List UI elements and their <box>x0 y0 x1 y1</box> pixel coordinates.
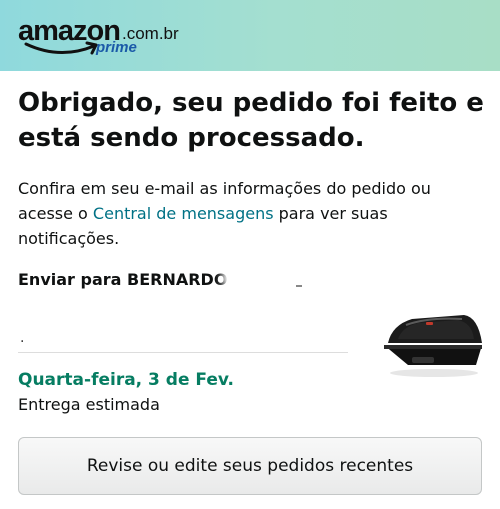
confirmation-title: Obrigado, seu pedido foi feito e está se… <box>18 88 484 153</box>
divider <box>18 352 348 353</box>
smile-arrow-icon <box>24 41 98 55</box>
review-orders-button[interactable]: Revise ou edite seus pedidos recentes <box>18 437 482 495</box>
message-center-link[interactable]: Central de mensagens <box>93 204 274 223</box>
redacted-name-blur <box>228 268 320 286</box>
amazon-prime-logo[interactable]: amazon .com.br prime <box>18 14 179 58</box>
logo-prime: prime <box>96 39 137 56</box>
delivery-estimate-label: Entrega estimada <box>18 395 160 414</box>
ship-to-label: Enviar para BERNARDO <box>18 270 228 289</box>
redacted-address-blur <box>22 318 152 338</box>
delivery-date: Quarta-feira, 3 de Fev. <box>18 370 235 390</box>
confirmation-message: Confira em seu e-mail as informações do … <box>18 176 488 251</box>
redaction-mark <box>296 285 302 287</box>
header-bar: amazon .com.br prime <box>0 0 500 71</box>
sandwich-maker-image[interactable] <box>378 305 488 379</box>
address-partial: . <box>20 330 25 346</box>
